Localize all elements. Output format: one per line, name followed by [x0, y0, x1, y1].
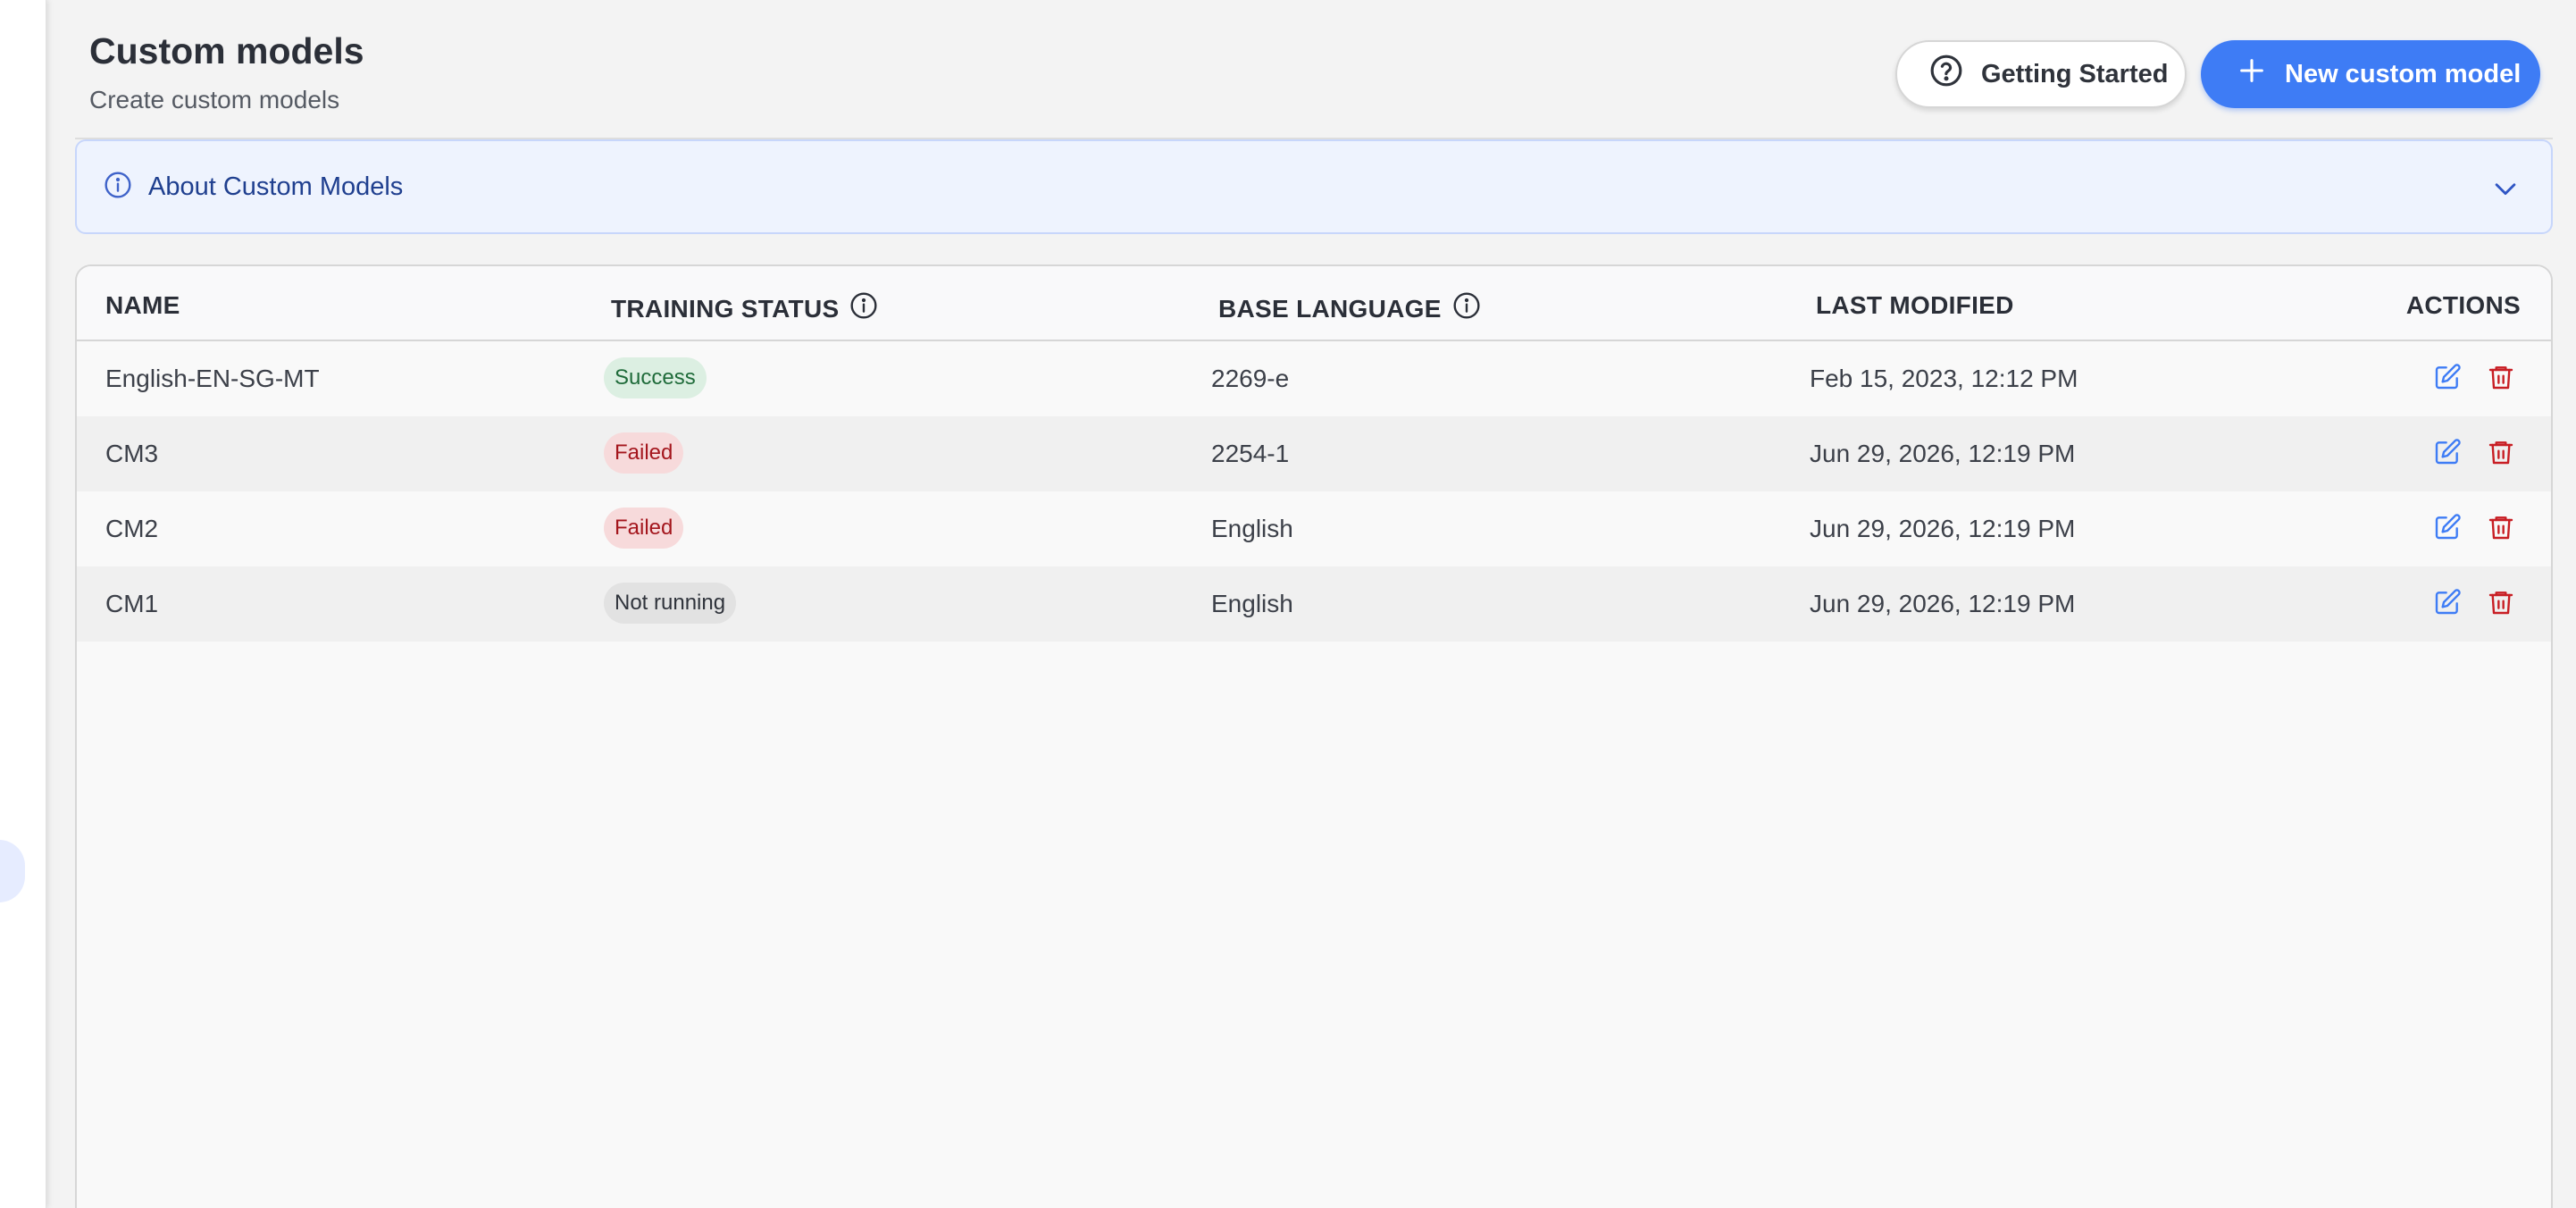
left-sidebar: [0, 0, 46, 1208]
table-row[interactable]: CM2 Failed English Jun 29, 2026, 12:19 P…: [77, 491, 2551, 566]
table-header: NAME TRAINING STATUS BASE LANGUAGE LAST …: [77, 266, 2551, 341]
column-header-name[interactable]: NAME: [105, 291, 180, 320]
new-custom-model-button[interactable]: New custom model: [2201, 40, 2540, 108]
edit-icon[interactable]: [2433, 513, 2462, 546]
status-badge: Not running: [604, 583, 737, 624]
base-language: 2269-e: [1211, 365, 1290, 392]
getting-started-label: Getting Started: [1981, 59, 2169, 88]
last-modified: Feb 15, 2023, 12:12 PM: [1810, 365, 2078, 392]
table-row[interactable]: CM3 Failed 2254-1 Jun 29, 2026, 12:19 PM: [77, 416, 2551, 491]
model-name: CM3: [105, 440, 159, 467]
info-icon[interactable]: [1452, 291, 1481, 326]
trash-icon[interactable]: [2487, 438, 2515, 471]
chevron-down-icon[interactable]: [2490, 173, 2521, 208]
last-modified: Jun 29, 2026, 12:19 PM: [1810, 515, 2076, 542]
status-badge: Success: [604, 357, 707, 398]
column-header-base-language[interactable]: BASE LANGUAGE: [1218, 291, 1481, 326]
model-name: CM1: [105, 590, 159, 617]
new-custom-model-label: New custom model: [2285, 59, 2522, 88]
edit-icon[interactable]: [2433, 588, 2462, 621]
info-icon[interactable]: [849, 291, 878, 326]
column-header-actions: ACTIONS: [2406, 291, 2521, 320]
getting-started-button[interactable]: Getting Started: [1895, 40, 2187, 108]
trash-icon[interactable]: [2487, 363, 2515, 396]
column-header-actions-label: ACTIONS: [2405, 291, 2521, 319]
table-row[interactable]: CM1 Not running English Jun 29, 2026, 12…: [77, 566, 2551, 642]
base-language: 2254-1: [1211, 440, 1290, 467]
base-language: English: [1211, 590, 1293, 617]
column-header-name-label: NAME: [105, 291, 180, 319]
info-icon: [104, 171, 132, 204]
custom-models-table: NAME TRAINING STATUS BASE LANGUAGE LAST …: [75, 264, 2553, 1208]
table-row[interactable]: English-EN-SG-MT Success 2269-e Feb 15, …: [77, 341, 2551, 416]
column-header-last-modified[interactable]: LAST MODIFIED: [1816, 291, 2014, 320]
trash-icon[interactable]: [2487, 588, 2515, 621]
status-badge: Failed: [604, 432, 684, 474]
status-badge: Failed: [604, 508, 684, 549]
last-modified: Jun 29, 2026, 12:19 PM: [1810, 440, 2076, 467]
page-subtitle: Create custom models: [89, 86, 340, 113]
edit-icon[interactable]: [2433, 363, 2462, 396]
about-custom-models-banner[interactable]: About Custom Models: [75, 139, 2553, 234]
main-content: Custom models Create custom models Getti…: [75, 0, 2553, 1208]
plus-icon: [2237, 55, 2267, 93]
base-language: English: [1211, 515, 1293, 542]
column-header-last-modified-label: LAST MODIFIED: [1816, 291, 2014, 319]
trash-icon[interactable]: [2487, 513, 2515, 546]
about-custom-models-label: About Custom Models: [148, 172, 404, 201]
page-header: Custom models Create custom models Getti…: [75, 0, 2553, 139]
last-modified: Jun 29, 2026, 12:19 PM: [1810, 590, 2076, 617]
question-circle-icon: [1929, 54, 1963, 95]
column-header-base-language-label: BASE LANGUAGE: [1218, 294, 1442, 323]
edit-icon[interactable]: [2433, 438, 2462, 471]
model-name: English-EN-SG-MT: [105, 365, 320, 392]
model-name: CM2: [105, 515, 159, 542]
page-title: Custom models: [89, 30, 364, 71]
column-header-training-status[interactable]: TRAINING STATUS: [611, 291, 878, 326]
column-header-training-status-label: TRAINING STATUS: [611, 294, 840, 323]
